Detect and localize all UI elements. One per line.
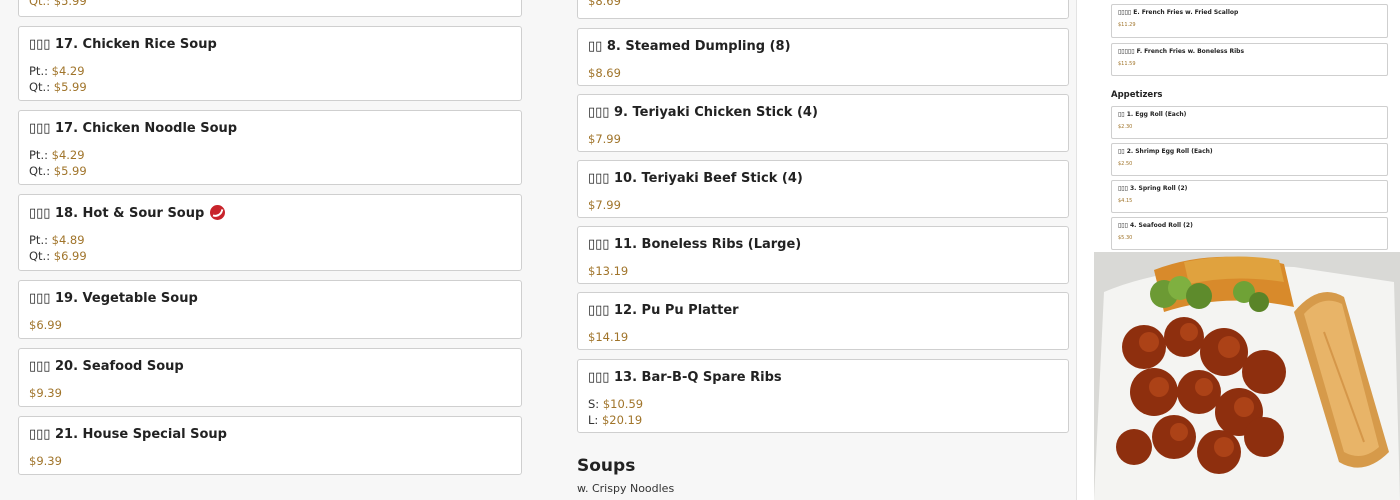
item-price-pint: Pt.: $4.29 [29, 148, 85, 162]
menu-item-card[interactable]: ▯▯ 8. Steamed Dumpling (8) $8.69 [577, 28, 1069, 86]
item-title: ▯▯▯ 4. Seafood Roll (2) [1118, 222, 1193, 229]
item-price: $13.19 [588, 264, 629, 278]
item-price-quart: Qt.: $6.99 [29, 249, 87, 263]
item-title: ▯▯▯ 17. Chicken Rice Soup [29, 37, 217, 52]
menu-item-card[interactable]: ▯▯▯ 9. Teriyaki Chicken Stick (4) $7.99 [577, 94, 1069, 152]
menu-item-card[interactable]: ▯▯ 2. Shrimp Egg Roll (Each) $2.50 [1111, 143, 1388, 176]
item-title: ▯▯ 8. Steamed Dumpling (8) [588, 39, 791, 54]
menu-item-card[interactable]: ▯▯▯ 17. Chicken Noodle Soup Pt.: $4.29 Q… [18, 110, 522, 185]
item-title-row: ▯▯▯ 18. Hot & Sour Soup [29, 205, 511, 222]
item-title: ▯▯▯ 10. Teriyaki Beef Stick (4) [588, 171, 803, 186]
menu-item-card[interactable]: ▯▯▯ 3. Spring Roll (2) $4.15 [1111, 180, 1388, 213]
menu-item-card[interactable]: ▯▯▯▯▯ F. French Fries w. Boneless Ribs $… [1111, 43, 1388, 76]
item-title: ▯▯▯ 12. Pu Pu Platter [588, 303, 739, 318]
menu-item-card[interactable] [577, 0, 1069, 19]
item-price: $6.99 [29, 318, 62, 332]
section-heading: Soups [577, 456, 636, 476]
preview-panel: ▯▯▯▯ E. French Fries w. Fried Scallop $1… [1094, 0, 1400, 500]
food-photo [1094, 252, 1400, 500]
section-subtitle: w. Crispy Noodles [577, 482, 675, 495]
item-title: ▯▯▯ 20. Seafood Soup [29, 359, 184, 374]
menu-item-card[interactable] [18, 0, 522, 17]
item-price: $2.30 [1118, 124, 1133, 130]
item-price-quart: Qt.: $5.99 [29, 164, 87, 178]
item-title: ▯▯▯ 11. Boneless Ribs (Large) [588, 237, 802, 252]
menu-item-card[interactable]: ▯▯▯▯ E. French Fries w. Fried Scallop $1… [1111, 4, 1388, 38]
menu-item-card[interactable]: ▯▯ 1. Egg Roll (Each) $2.30 [1111, 106, 1388, 139]
item-price: $9.39 [29, 386, 62, 400]
item-price-quart: Qt.: $5.99 [29, 80, 87, 94]
menu-item-card[interactable]: ▯▯▯ 4. Seafood Roll (2) $5.30 [1111, 217, 1388, 250]
menu-item-card[interactable]: ▯▯▯ 12. Pu Pu Platter $14.19 [577, 292, 1069, 350]
menu-item-card[interactable]: ▯▯▯ 19. Vegetable Soup $6.99 [18, 280, 522, 339]
item-price: $11.59 [1118, 61, 1136, 67]
item-price-large: L: $20.19 [588, 413, 643, 427]
item-title: ▯▯▯ 3. Spring Roll (2) [1118, 185, 1188, 192]
menu-item-card[interactable]: ▯▯▯ 11. Boneless Ribs (Large) $13.19 [577, 226, 1069, 284]
item-price: $5.30 [1118, 235, 1133, 241]
menu-item-card[interactable]: ▯▯▯ 17. Chicken Rice Soup Pt.: $4.29 Qt.… [18, 26, 522, 101]
item-title: ▯▯▯ 19. Vegetable Soup [29, 291, 198, 306]
item-price: $7.99 [588, 132, 621, 146]
item-price-pint: Pt.: $4.89 [29, 233, 85, 247]
item-title: ▯▯▯ 9. Teriyaki Chicken Stick (4) [588, 105, 818, 120]
item-price: $9.39 [29, 454, 62, 468]
menu-item-card[interactable]: ▯▯▯ 21. House Special Soup $9.39 [18, 416, 522, 475]
item-price: $8.69 [588, 0, 621, 8]
item-title: ▯▯▯ 13. Bar-B-Q Spare Ribs [588, 370, 782, 385]
soup-menu-column: Qt.: $5.99 ▯▯▯ 17. Chicken Rice Soup Pt.… [0, 0, 531, 500]
item-price-small: S: $10.59 [588, 397, 644, 411]
spicy-pepper-icon [210, 205, 226, 220]
item-price: $7.99 [588, 198, 621, 212]
item-title: ▯▯ 2. Shrimp Egg Roll (Each) [1118, 148, 1213, 155]
item-title: ▯▯▯▯ E. French Fries w. Fried Scallop [1118, 9, 1239, 16]
item-price: $2.50 [1118, 161, 1133, 167]
item-price: $8.69 [588, 66, 621, 80]
menu-item-card[interactable]: ▯▯▯ 20. Seafood Soup $9.39 [18, 348, 522, 407]
menu-item-card[interactable]: ▯▯▯ 13. Bar-B-Q Spare Ribs S: $10.59 L: … [577, 359, 1069, 433]
item-title: ▯▯ 1. Egg Roll (Each) [1118, 111, 1187, 118]
item-price: $14.19 [588, 330, 629, 344]
item-title: ▯▯▯▯▯ F. French Fries w. Boneless Ribs [1118, 48, 1245, 55]
item-price: $4.15 [1118, 198, 1133, 204]
item-title: ▯▯▯ 21. House Special Soup [29, 427, 227, 442]
item-price: Qt.: $5.99 [29, 0, 87, 8]
food-photo-illustration [1094, 252, 1400, 500]
item-title: ▯▯▯ 17. Chicken Noodle Soup [29, 121, 238, 136]
menu-item-card[interactable]: ▯▯▯ 18. Hot & Sour Soup Pt.: $4.89 Qt.: … [18, 194, 522, 271]
section-heading: Appetizers [1111, 90, 1163, 100]
item-price: $11.29 [1118, 22, 1136, 28]
appetizer-menu-column: $8.69 ▯▯ 8. Steamed Dumpling (8) $8.69 ▯… [530, 0, 1077, 500]
item-price-pint: Pt.: $4.29 [29, 64, 85, 78]
menu-item-card[interactable]: ▯▯▯ 10. Teriyaki Beef Stick (4) $7.99 [577, 160, 1069, 218]
